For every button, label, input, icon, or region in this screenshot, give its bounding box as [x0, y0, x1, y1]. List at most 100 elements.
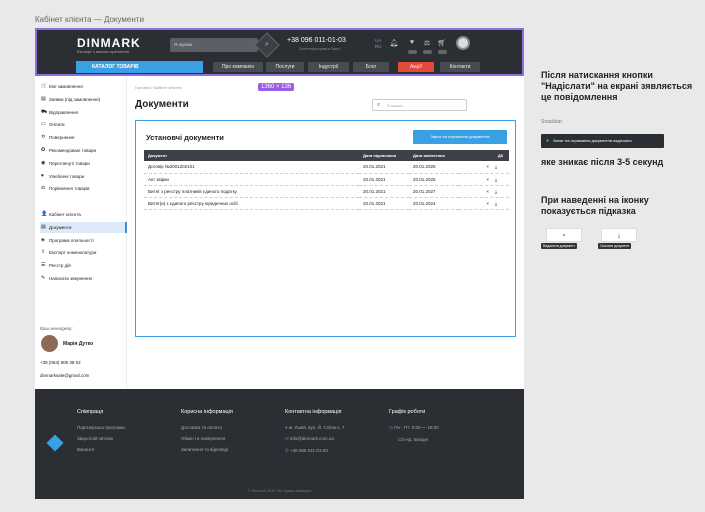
footer-link[interactable]: Зворотній зв'язок: [77, 436, 125, 441]
loyalty-icon: ◈: [41, 236, 45, 243]
table-cell: Витяг з реєстру платників єдиного податк…: [144, 185, 359, 198]
eye-icon: ◉: [41, 159, 46, 166]
main-nav: КАТАЛОГ ТОВАРІВ Про компанію Послуги Інд…: [37, 60, 522, 74]
header-phone[interactable]: +38 096 011-01-03: [287, 37, 346, 44]
footer-email[interactable]: ✉ info@dinmark.com.ua: [285, 436, 344, 442]
sidebar-item[interactable]: ✎ Написати звернення: [40, 273, 127, 284]
sidebar-item-label: Кабінет клієнта: [49, 212, 81, 217]
complaint-icon: ✎: [41, 275, 46, 281]
footer-phone[interactable]: ✆ +38 096 011-01-03: [285, 448, 344, 454]
sidebar-item[interactable]: ▤ Заявки (під замовлення): [40, 94, 127, 105]
footer-link[interactable]: Вакансії: [77, 447, 125, 452]
breadcrumb[interactable]: Головна / Кабінет клієнта: [135, 85, 182, 90]
sidebar-item[interactable]: ◈ Програма лояльності: [40, 235, 127, 246]
header-search-button[interactable]: ⌕: [254, 32, 280, 58]
account-sidebar: 🛒 Мої замовлення ▤ Заявки (під замовлення) ⛟…: [35, 76, 127, 389]
manager-phone[interactable]: +38 (063) 805 38 02: [40, 360, 81, 365]
compare-icon[interactable]: ⚖: [422, 39, 432, 49]
tooltip-download: Скачати документ: [598, 243, 632, 249]
delete-icon[interactable]: ×: [486, 164, 495, 169]
sidebar-item[interactable]: ✪ Рекомендовані товари: [40, 145, 127, 156]
sidebar-item[interactable]: ⇪ Експорт номенклатури: [40, 247, 127, 258]
page-title: Документи: [135, 99, 189, 110]
footer-link[interactable]: Партнерська програма: [77, 425, 125, 430]
table-row: Акт звірки 20.01.2021 20.01.2025 ×⤓: [144, 173, 509, 186]
logo[interactable]: DINMARK: [77, 36, 141, 50]
delete-icon[interactable]: ×: [486, 177, 495, 182]
footer-col: Співпраця Партнерська програма Зворотній…: [77, 409, 125, 458]
footer-col-title: Співпраця: [77, 409, 104, 415]
cart-icon[interactable]: 🛒︎: [437, 39, 447, 49]
download-icon[interactable]: ⤓: [495, 164, 503, 169]
nav-sales[interactable]: Акції!: [398, 62, 434, 72]
note-hover-tooltip: При наведенні на іконку показується підк…: [541, 195, 649, 216]
user-icon: 👤: [41, 211, 48, 217]
sidebar-item-label: Оплати: [49, 122, 65, 128]
lang-ru[interactable]: RU: [375, 44, 382, 50]
sidebar-item[interactable]: ◉ Переглянуті товари: [40, 158, 127, 169]
download-icon[interactable]: ⤓: [495, 189, 503, 194]
nav-industries[interactable]: Індустрії: [308, 62, 349, 72]
download-icon[interactable]: ⤓: [495, 177, 503, 182]
sidebar-item[interactable]: ▭ Оплати: [40, 119, 127, 130]
cart-icon: 🛒: [41, 83, 48, 89]
copyright: © Dinmark 2020. Всі права захищені: [247, 489, 312, 493]
sidebar-item[interactable]: ▤ Документи: [40, 221, 127, 233]
download-icon[interactable]: ⤓: [495, 201, 503, 206]
header-search-input[interactable]: Я шукаю: [170, 38, 258, 52]
download-icon[interactable]: ⤓: [601, 228, 637, 242]
user-avatar[interactable]: [456, 36, 470, 50]
badge: [423, 50, 432, 54]
sidebar-item-label: Порівняння товарів: [49, 186, 90, 192]
documents-card: Установчі документи Запит на отримання д…: [135, 120, 516, 337]
sidebar-item[interactable]: ☰ Реєстр дій: [40, 260, 127, 271]
documents-search-input[interactable]: ⌕ Я шукаю: [372, 99, 467, 111]
sidebar-item-label: Відправлення: [49, 109, 78, 115]
bell-icon[interactable]: 🔔︎: [389, 39, 399, 49]
site-header: DINMARK Експерт з мiсного кріплення Я шу…: [35, 28, 524, 76]
table-cell: 20.01.2021: [359, 173, 409, 186]
manager-label: Ваш менеджер:: [40, 326, 73, 331]
snackbar-label: Snackbar: [541, 119, 563, 125]
nav-services[interactable]: Послуги: [266, 62, 304, 72]
table-cell: 20.01.2021: [359, 185, 409, 198]
note-after-send: Після натискання кнопки "Надіслати" на е…: [541, 70, 693, 102]
frame-title: Кабінет клієнта — Документи: [35, 15, 144, 24]
sidebar-item-label: Рекомендовані товари: [49, 148, 96, 153]
export-icon: ⇪: [41, 249, 46, 256]
delete-icon[interactable]: ×: [486, 189, 495, 194]
sidebar-item[interactable]: ⛟ Відправлення: [40, 107, 127, 118]
search-icon: ⌕: [265, 41, 269, 48]
footer-col: Графік роботи ◷ Пн - Пт: 9:00 — 18:00 Сб…: [389, 409, 439, 448]
sidebar-item[interactable]: 👤 Кабінет клієнта: [40, 209, 127, 220]
delete-icon[interactable]: ×: [546, 228, 582, 242]
sidebar-item[interactable]: ⚖ Порівняння товарів: [40, 183, 127, 194]
site-footer: Співпраця Партнерська програма Зворотній…: [35, 389, 524, 499]
footer-logo-icon: [46, 434, 64, 452]
manager-email[interactable]: dinmarksale@gmail.com: [40, 373, 89, 378]
footer-link[interactable]: Обмін та повернення: [181, 436, 233, 441]
table-cell: 20.01.2024: [409, 197, 459, 210]
row-actions: ×⤓: [459, 161, 509, 174]
sidebar-item-label: Мої замовлення: [49, 84, 83, 89]
footer-link[interactable]: Запитання та відповіді: [181, 447, 233, 452]
catalog-button[interactable]: КАТАЛОГ ТОВАРІВ: [76, 61, 203, 73]
delete-icon[interactable]: ×: [486, 201, 495, 206]
heart-icon[interactable]: ♥: [407, 39, 417, 49]
sidebar-item[interactable]: 🛒 Мої замовлення: [40, 81, 127, 92]
sidebar-item-label: Заявки (під замовлення): [49, 96, 101, 102]
nav-blog[interactable]: Блог: [353, 62, 389, 72]
table-cell: Договір №3001202101: [144, 161, 359, 174]
nav-about[interactable]: Про компанію: [213, 62, 263, 72]
request-documents-button[interactable]: Запит на отримання документів: [413, 130, 507, 144]
callback-link[interactable]: Зателефонувати Вам?: [299, 46, 341, 51]
sidebar-item-label: Експорт номенклатури: [49, 250, 97, 256]
sidebar-item[interactable]: ⟲ Повернення: [40, 132, 127, 143]
column-header: Документ: [144, 150, 359, 161]
nav-contacts[interactable]: Контакти: [440, 62, 480, 72]
sidebar-item[interactable]: ♥ Улюблені товари: [40, 171, 127, 182]
footer-link[interactable]: Доставка та оплата: [181, 425, 233, 430]
language-switch[interactable]: UA RU: [375, 38, 382, 50]
table-row: Договір №3001202101 20.01.2021 20.01.2025 ×…: [144, 161, 509, 174]
manager-name: Марія Дутко: [63, 341, 94, 347]
